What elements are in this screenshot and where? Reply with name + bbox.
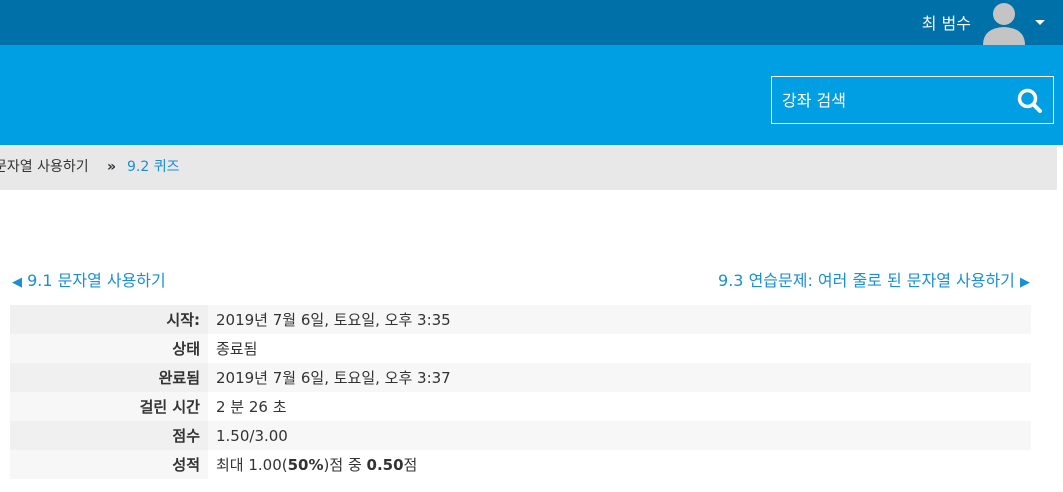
- user-avatar-icon[interactable]: [979, 0, 1027, 45]
- row-value: 2019년 7월 6일, 토요일, 오후 3:37: [208, 363, 1031, 392]
- prev-activity-link[interactable]: ◀ 9.1 문자열 사용하기: [12, 267, 166, 291]
- next-activity-label: 9.3 연습문제: 여러 줄로 된 문자열 사용하기: [718, 271, 1015, 290]
- grade-prefix: 최대 1.00(: [216, 456, 288, 474]
- grade-suffix: 점: [403, 456, 418, 474]
- prev-activity-label: 9.1 문자열 사용하기: [27, 271, 166, 290]
- table-row: 상태 종료됨: [10, 334, 1031, 363]
- grade-value: 최대 1.00(50%)점 중 0.50점: [208, 450, 1031, 479]
- course-search-input[interactable]: [772, 77, 1032, 123]
- breadcrumb-item-prev[interactable]: 문자열 사용하기: [0, 145, 89, 190]
- table-row: 완료됨 2019년 7월 6일, 토요일, 오후 3:37: [10, 363, 1031, 392]
- row-value: 종료됨: [208, 334, 1031, 363]
- row-label: 완료됨: [10, 363, 208, 392]
- row-label: 상태: [10, 334, 208, 363]
- row-label: 점수: [10, 421, 208, 450]
- breadcrumb-separator: »: [107, 159, 117, 175]
- grade-score: 0.50: [366, 456, 404, 474]
- row-label: 걸린 시간: [10, 392, 208, 421]
- grade-middle: )점 중: [323, 456, 367, 474]
- table-row: 시작: 2019년 7월 6일, 토요일, 오후 3:35: [10, 305, 1031, 334]
- next-activity-link[interactable]: 9.3 연습문제: 여러 줄로 된 문자열 사용하기 ▶: [718, 267, 1030, 291]
- caret-down-icon[interactable]: [1035, 20, 1045, 25]
- grade-percent: 50%: [287, 456, 324, 474]
- quiz-summary-table: 시작: 2019년 7월 6일, 토요일, 오후 3:35 상태 종료됨 완료됨…: [10, 305, 1031, 479]
- header-banner: [0, 45, 1063, 145]
- grade-label: 성적: [10, 450, 208, 479]
- user-name[interactable]: 최 범수: [922, 10, 971, 34]
- row-value: 2019년 7월 6일, 토요일, 오후 3:35: [208, 305, 1031, 334]
- row-label: 시작:: [10, 305, 208, 334]
- table-row: 점수 1.50/3.00: [10, 421, 1031, 450]
- row-value: 1.50/3.00: [208, 421, 1031, 450]
- table-row: 성적 최대 1.00(50%)점 중 0.50점: [10, 450, 1031, 479]
- breadcrumb: 문자열 사용하기 » 9.2 퀴즈: [0, 145, 1057, 190]
- table-row: 걸린 시간 2 분 26 초: [10, 392, 1031, 421]
- top-navbar: 최 범수: [0, 0, 1063, 45]
- triangle-right-icon: ▶: [1020, 275, 1030, 290]
- course-search: [771, 76, 1054, 124]
- breadcrumb-item-current[interactable]: 9.2 퀴즈: [127, 145, 179, 190]
- triangle-left-icon: ◀: [12, 275, 22, 290]
- row-value: 2 분 26 초: [208, 392, 1031, 421]
- search-icon[interactable]: [1015, 86, 1045, 116]
